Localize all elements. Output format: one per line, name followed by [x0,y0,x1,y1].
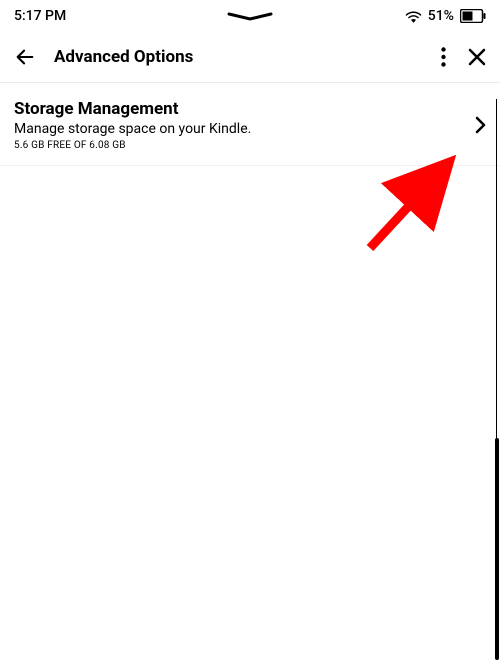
close-button[interactable] [468,48,486,66]
chevron-right-icon [465,116,486,134]
list-item-subtext: 5.6 GB FREE OF 6.08 GB [14,140,465,151]
list-item-title: Storage Management [14,99,465,119]
annotation-arrow [340,150,470,265]
battery-icon [460,9,486,23]
drag-handle-icon [225,12,275,22]
wifi-icon [405,10,422,23]
list-item-description: Manage storage space on your Kindle. [14,121,465,137]
back-button[interactable] [14,46,36,68]
battery-percent: 51% [428,8,454,24]
storage-management-item[interactable]: Storage Management Manage storage space … [0,83,500,166]
more-button[interactable] [441,47,446,67]
status-time: 5:17 PM [14,8,66,24]
scroll-thumb[interactable] [495,438,499,660]
page-title: Advanced Options [54,47,423,67]
app-header: Advanced Options [0,28,500,82]
